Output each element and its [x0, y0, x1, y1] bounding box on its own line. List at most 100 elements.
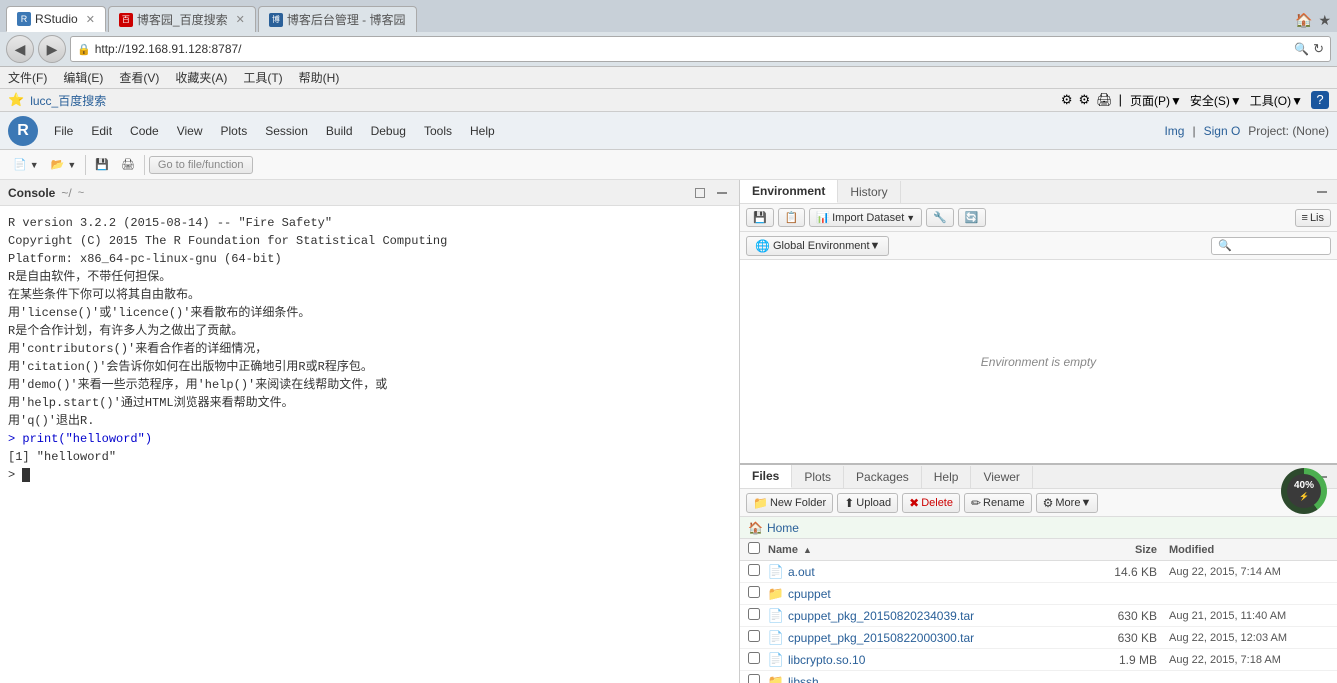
- upload-btn[interactable]: ⬆ Upload: [837, 493, 898, 513]
- env-save-btn[interactable]: 💾: [746, 208, 774, 227]
- path-home-link[interactable]: Home: [767, 521, 799, 535]
- browser-address-bar-row: ◀ ▶ 🔒 🔍 ↻: [0, 32, 1337, 67]
- address-bar-container: 🔒 🔍 ↻: [70, 36, 1331, 62]
- tab-files[interactable]: Files: [740, 465, 792, 488]
- tab-rstudio[interactable]: R RStudio ✕: [6, 6, 106, 32]
- tab-viewer[interactable]: Viewer: [971, 466, 1032, 488]
- file-checkbox[interactable]: [748, 674, 760, 683]
- ie-icon-3[interactable]: 🖨: [1096, 92, 1113, 108]
- list-item: 📄a.out14.6 KBAug 22, 2015, 7:14 AM: [740, 561, 1337, 583]
- header-size[interactable]: Size: [1089, 544, 1169, 556]
- console-collapse-btn[interactable]: [713, 184, 731, 202]
- rename-btn[interactable]: ✏ Rename: [964, 493, 1032, 513]
- toolbar-save-btn[interactable]: 💾: [90, 155, 114, 174]
- menu-rs-code[interactable]: Code: [122, 120, 167, 142]
- select-all-checkbox[interactable]: [748, 542, 760, 554]
- path-home-icon: 🏠: [748, 521, 763, 535]
- tab-packages[interactable]: Packages: [844, 466, 922, 488]
- tab-blog[interactable]: 博 博客后台管理 - 博客园: [258, 6, 417, 32]
- rename-label: Rename: [983, 497, 1025, 509]
- star-btn[interactable]: ★: [1318, 12, 1331, 29]
- file-name[interactable]: cpuppet_pkg_20150820234039.tar: [788, 609, 1089, 623]
- console-content[interactable]: R version 3.2.2 (2015-08-14) -- "Fire Sa…: [0, 206, 739, 683]
- toolbar-open-btn[interactable]: 📂 ▼: [46, 155, 82, 174]
- tab-label-rstudio: RStudio: [35, 12, 78, 26]
- import-dataset-btn[interactable]: 📊 Import Dataset ▼: [809, 208, 922, 227]
- menu-file[interactable]: 文件(F): [8, 69, 47, 86]
- file-name[interactable]: libssh: [788, 675, 1089, 683]
- env-load-btn[interactable]: 📋: [778, 208, 806, 227]
- security-btn[interactable]: 安全(S)▼: [1190, 92, 1242, 109]
- menu-rs-tools[interactable]: Tools: [416, 120, 460, 142]
- env-refresh-btn[interactable]: 🔄: [958, 208, 986, 227]
- header-name[interactable]: Name ▲: [768, 544, 1089, 556]
- tab-history[interactable]: History: [838, 181, 900, 203]
- file-checkbox[interactable]: [748, 630, 760, 642]
- file-size: 630 KB: [1089, 631, 1169, 645]
- menu-rs-help[interactable]: Help: [462, 120, 503, 142]
- page-btn[interactable]: 页面(P)▼: [1130, 92, 1182, 109]
- menu-rs-view[interactable]: View: [169, 120, 211, 142]
- menu-view[interactable]: 查看(V): [119, 69, 159, 86]
- toolbar-print-btn[interactable]: 🖨: [116, 155, 140, 174]
- file-name[interactable]: cpuppet_pkg_20150822000300.tar: [788, 631, 1089, 645]
- new-folder-btn[interactable]: 📁 New Folder: [746, 493, 833, 513]
- sign-out-link[interactable]: Sign O: [1204, 124, 1241, 138]
- tab-close-baidu[interactable]: ✕: [236, 13, 245, 26]
- tab-close-rstudio[interactable]: ✕: [86, 13, 95, 26]
- delete-btn[interactable]: ✖ Delete: [902, 493, 960, 513]
- global-env-dropdown[interactable]: 🌐 Global Environment▼: [746, 236, 889, 256]
- rstudio-header-right: Img | Sign O Project: (None): [1164, 124, 1329, 138]
- header-modified[interactable]: Modified: [1169, 544, 1329, 556]
- file-type-icon: 📄: [768, 630, 784, 646]
- img-link[interactable]: Img: [1164, 124, 1184, 138]
- console-maximize-btn[interactable]: [691, 184, 709, 202]
- env-list-btn[interactable]: ≡ Lis: [1295, 209, 1331, 227]
- env-load-icon: 📋: [785, 211, 799, 224]
- menu-favorites[interactable]: 收藏夹(A): [175, 69, 227, 86]
- file-name[interactable]: libcrypto.so.10: [788, 653, 1089, 667]
- favorites-label[interactable]: lucc_百度搜索: [30, 92, 106, 109]
- help-icon[interactable]: ?: [1311, 91, 1329, 109]
- address-input[interactable]: [95, 42, 1294, 56]
- menu-rs-session[interactable]: Session: [257, 120, 316, 142]
- menu-tools[interactable]: 工具(T): [243, 69, 282, 86]
- menu-rs-build[interactable]: Build: [318, 120, 361, 142]
- file-checkbox[interactable]: [748, 652, 760, 664]
- menu-rs-debug[interactable]: Debug: [363, 120, 414, 142]
- tab-help[interactable]: Help: [922, 466, 972, 488]
- tab-plots[interactable]: Plots: [792, 466, 844, 488]
- file-name[interactable]: cpuppet: [788, 587, 1089, 601]
- more-btn[interactable]: ⚙ More▼: [1036, 493, 1099, 513]
- toolbar-go-btn[interactable]: Go to file/function: [149, 156, 253, 174]
- tab-viewer-label: Viewer: [983, 470, 1019, 484]
- env-tools-btn[interactable]: 🔧: [926, 208, 954, 227]
- home-btn[interactable]: 🏠: [1295, 12, 1312, 29]
- rstudio-app: R File Edit Code View Plots Session Buil…: [0, 112, 1337, 683]
- header-checkbox[interactable]: [748, 542, 768, 557]
- ie-icon-2[interactable]: ⚙: [1078, 92, 1090, 108]
- file-checkbox[interactable]: [748, 608, 760, 620]
- menu-rs-plots[interactable]: Plots: [213, 120, 256, 142]
- file-name[interactable]: a.out: [788, 565, 1089, 579]
- tab-baidu[interactable]: 百 博客园_百度搜索 ✕: [108, 6, 256, 32]
- ie-icon-1[interactable]: ⚙: [1061, 92, 1073, 108]
- file-checkbox[interactable]: [748, 586, 760, 598]
- forward-button[interactable]: ▶: [38, 35, 66, 63]
- env-minimize-btn[interactable]: [1313, 183, 1331, 201]
- menu-help[interactable]: 帮助(H): [299, 69, 340, 86]
- menu-rs-file[interactable]: File: [46, 120, 81, 142]
- right-panel: Environment History 💾: [740, 180, 1337, 683]
- list-item: 📁cpuppet: [740, 583, 1337, 605]
- menu-rs-edit[interactable]: Edit: [83, 120, 120, 142]
- toolbar-new-btn[interactable]: 📄 ▼: [8, 155, 44, 174]
- tab-environment[interactable]: Environment: [740, 180, 838, 203]
- back-button[interactable]: ◀: [6, 35, 34, 63]
- new-folder-label: New Folder: [770, 497, 826, 509]
- env-search-input[interactable]: [1211, 237, 1331, 255]
- battery-indicator: 40% ⚡: [1281, 468, 1331, 518]
- menu-edit[interactable]: 编辑(E): [63, 69, 103, 86]
- file-checkbox[interactable]: [748, 564, 760, 576]
- tools-btn[interactable]: 工具(O)▼: [1250, 92, 1303, 109]
- refresh-icon[interactable]: ↻: [1313, 41, 1324, 57]
